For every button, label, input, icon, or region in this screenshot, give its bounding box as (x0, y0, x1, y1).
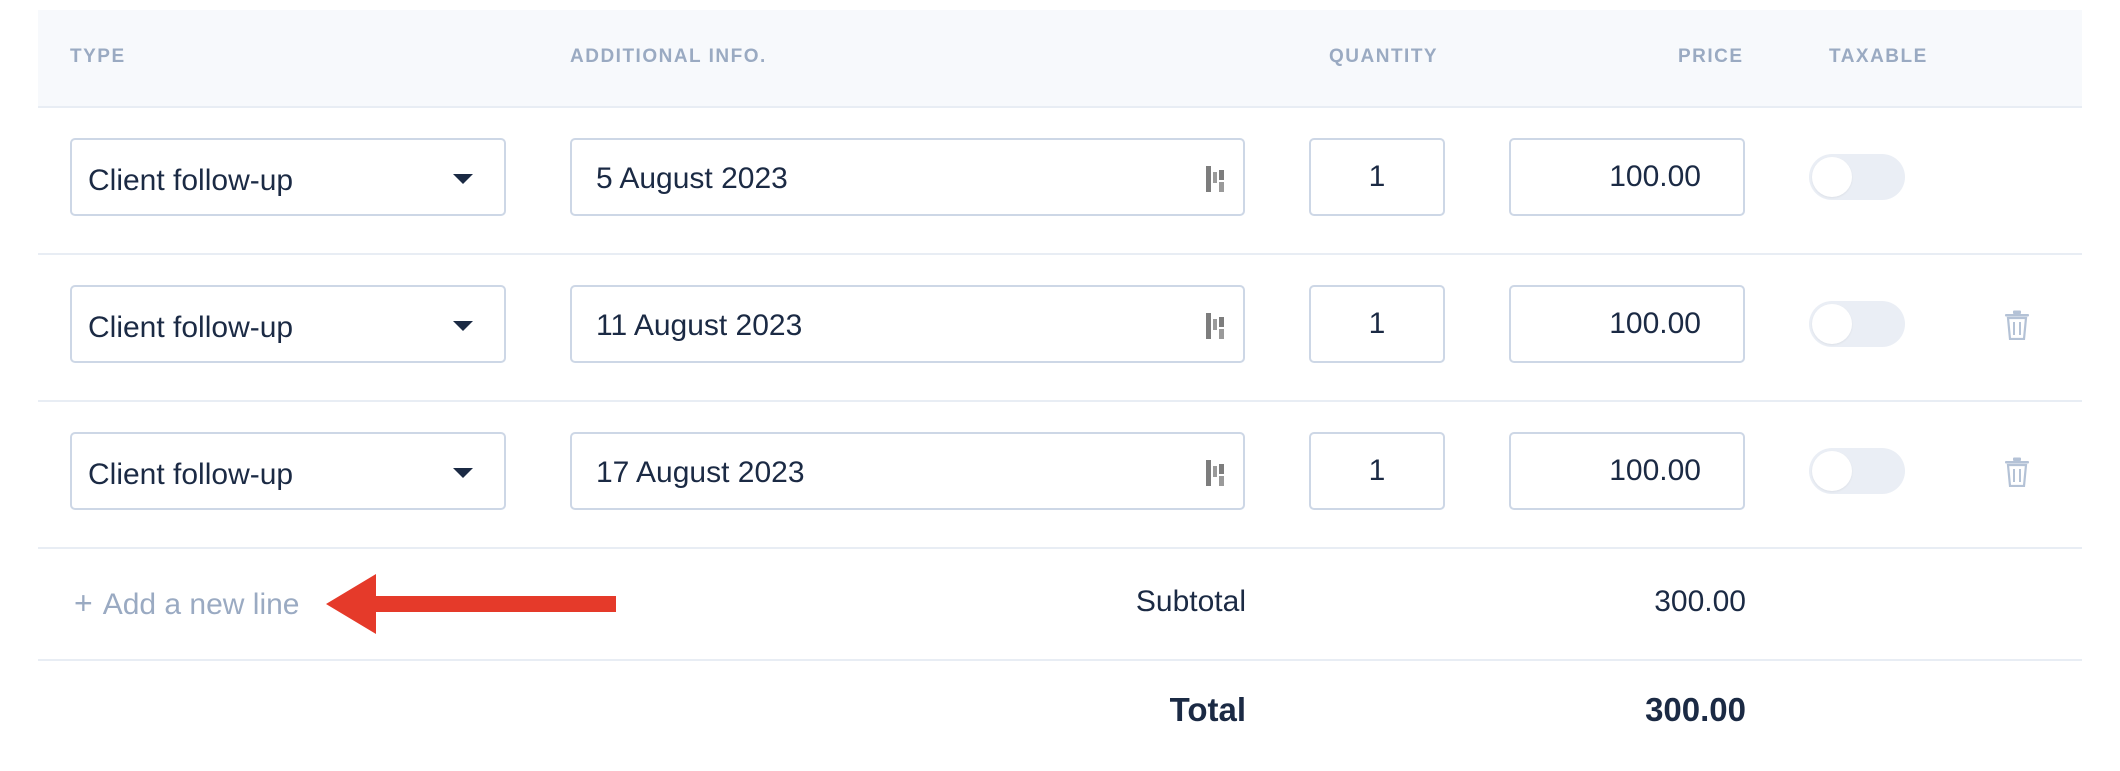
caret-down-icon (453, 468, 473, 478)
line-items-panel: TYPE ADDITIONAL INFO. QUANTITY PRICE TAX… (38, 10, 2082, 771)
taxable-toggle[interactable] (1809, 154, 1905, 200)
additional-info-input[interactable]: 5 August 2023 (570, 138, 1245, 216)
toggle-knob (1812, 451, 1852, 491)
subtotal-value: 300.00 (1654, 585, 1746, 618)
additional-info-value: 17 August 2023 (596, 456, 805, 489)
additional-info-value: 11 August 2023 (596, 309, 803, 342)
type-select-value: Client follow-up (88, 458, 294, 491)
table-row: Client follow-up 17 August 2023 1 100.00 (38, 400, 2082, 549)
taxable-toggle[interactable] (1809, 301, 1905, 347)
type-select-value: Client follow-up (88, 164, 294, 197)
table-row: Client follow-up 11 August 2023 1 100.00 (38, 253, 2082, 402)
header-quantity: QUANTITY (1329, 46, 1439, 67)
type-select[interactable]: Client follow-up (70, 138, 506, 216)
red-arrow-annotation (326, 574, 616, 634)
quantity-input[interactable]: 1 (1309, 138, 1445, 216)
additional-info-input[interactable]: 17 August 2023 (570, 432, 1245, 510)
quantity-input[interactable]: 1 (1309, 432, 1445, 510)
price-input[interactable]: 100.00 (1509, 285, 1745, 363)
subtotal-label: Subtotal (1135, 585, 1246, 618)
add-new-line-label: Add a new line (102, 588, 300, 621)
price-input[interactable]: 100.00 (1509, 138, 1745, 216)
header-additional-info: ADDITIONAL INFO. (570, 46, 767, 67)
toggle-knob (1812, 304, 1852, 344)
autofill-extension-icon[interactable] (1204, 164, 1230, 194)
subtotal-row: + Add a new line Subtotal 300.00 (38, 547, 2082, 661)
price-input[interactable]: 100.00 (1509, 432, 1745, 510)
type-select[interactable]: Client follow-up (70, 285, 506, 363)
type-select[interactable]: Client follow-up (70, 432, 506, 510)
autofill-extension-icon[interactable] (1204, 458, 1230, 488)
total-value: 300.00 (1645, 691, 1746, 728)
caret-down-icon (453, 321, 473, 331)
type-select-value: Client follow-up (88, 311, 294, 344)
additional-info-value: 5 August 2023 (596, 162, 788, 195)
total-row: Total 300.00 (38, 661, 2082, 761)
quantity-input[interactable]: 1 (1309, 285, 1445, 363)
caret-down-icon (453, 174, 473, 184)
header-taxable: TAXABLE (1829, 46, 1928, 67)
table-header: TYPE ADDITIONAL INFO. QUANTITY PRICE TAX… (38, 10, 2082, 108)
header-price: PRICE (1678, 46, 1744, 67)
add-new-line-link[interactable]: + Add a new line (74, 585, 300, 622)
table-row: Client follow-up 5 August 2023 1 100.00 (38, 106, 2082, 255)
header-type: TYPE (70, 46, 126, 67)
autofill-extension-icon[interactable] (1204, 311, 1230, 341)
toggle-knob (1812, 157, 1852, 197)
additional-info-input[interactable]: 11 August 2023 (570, 285, 1245, 363)
plus-icon: + (74, 585, 93, 621)
total-label: Total (1169, 691, 1246, 728)
taxable-toggle[interactable] (1809, 448, 1905, 494)
trash-icon[interactable] (2004, 457, 2030, 487)
trash-icon[interactable] (2004, 310, 2030, 340)
